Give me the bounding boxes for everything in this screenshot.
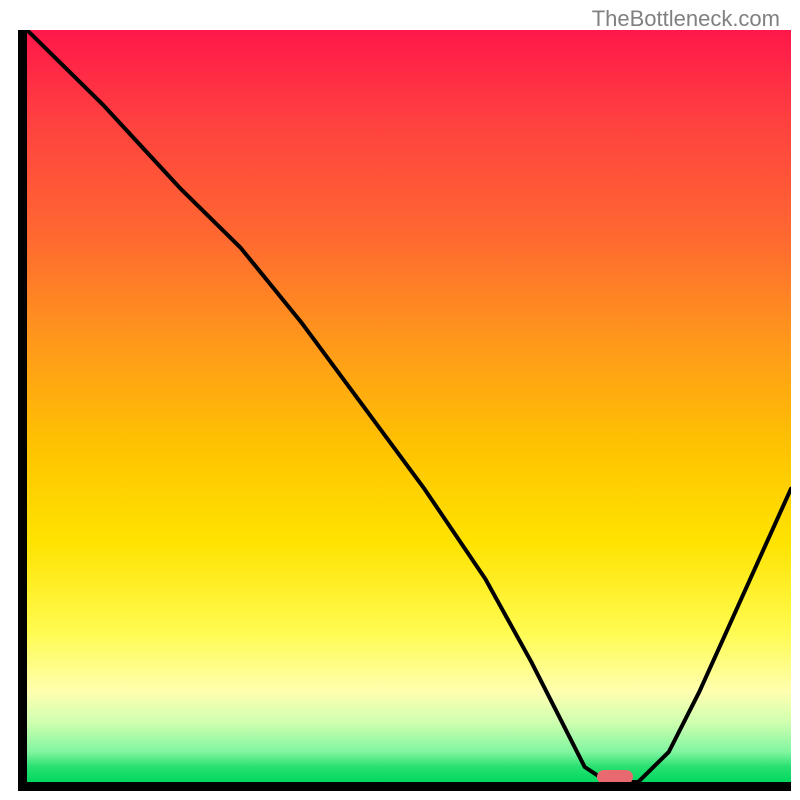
chart-plot-area — [18, 30, 791, 791]
watermark-text: TheBottleneck.com — [592, 6, 780, 32]
bottleneck-curve — [27, 30, 791, 782]
optimum-marker — [597, 770, 633, 784]
